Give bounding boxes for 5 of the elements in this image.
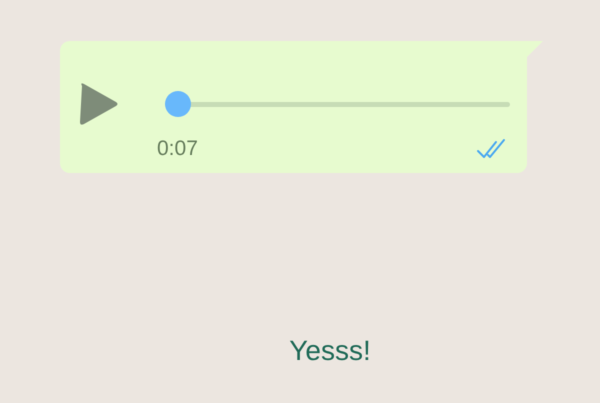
play-button[interactable] — [78, 82, 118, 126]
duration-text: 0:07 — [157, 137, 198, 161]
slider-thumb[interactable] — [165, 91, 191, 117]
audio-slider[interactable] — [165, 91, 510, 117]
message-text: Yesss! — [288, 335, 372, 367]
